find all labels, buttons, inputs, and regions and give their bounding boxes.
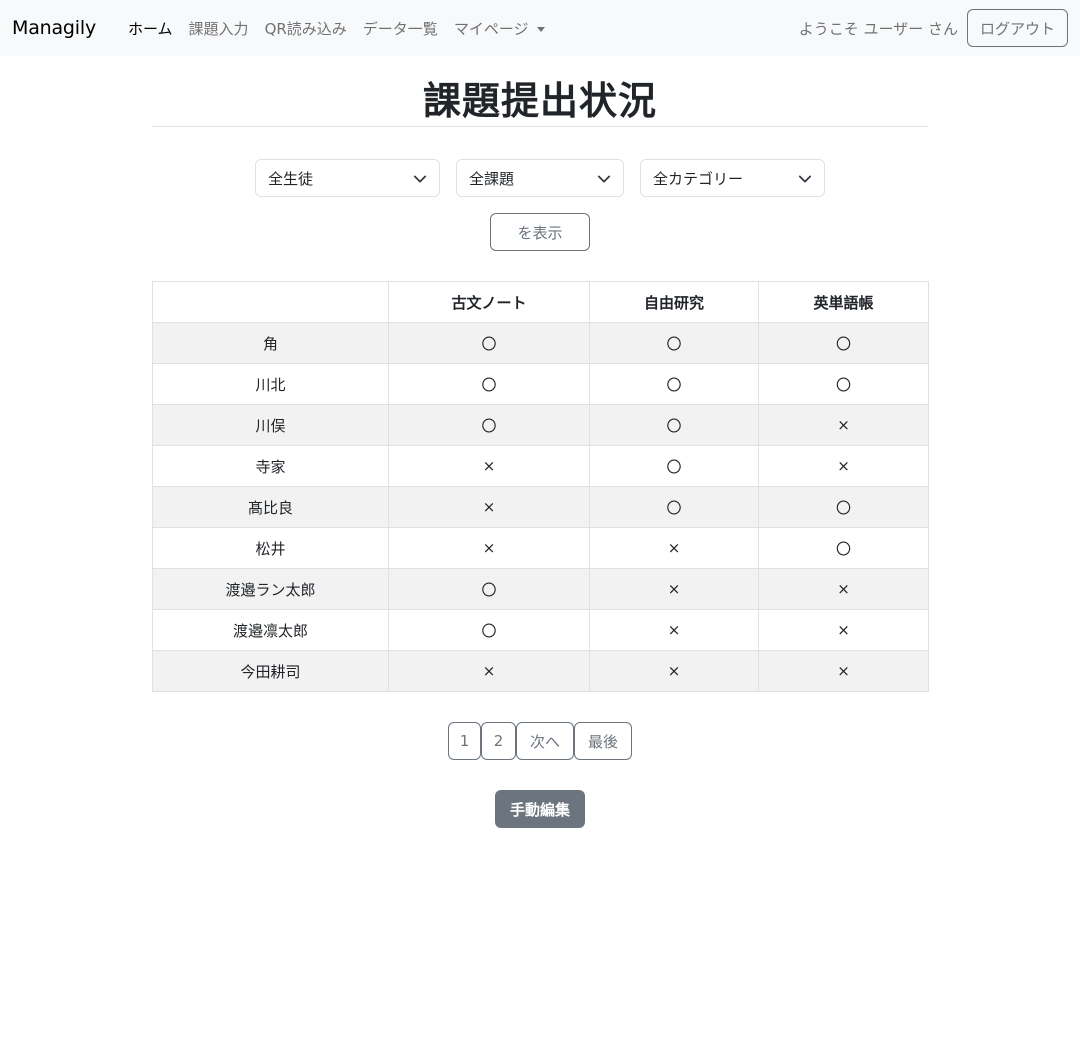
- student-name: 角: [152, 322, 389, 364]
- status-cell: ×: [589, 568, 759, 610]
- status-cell: 〇: [589, 363, 759, 405]
- nav-link-data-list[interactable]: データ一覧: [355, 18, 446, 39]
- table-row: 松井 × × 〇: [152, 527, 929, 569]
- status-cell: ×: [589, 609, 759, 651]
- submission-table: 古文ノート 自由研究 英単語帳 角 〇 〇 〇 川北 〇 〇 〇 川俣 〇 〇: [152, 281, 929, 692]
- table-row: 角 〇 〇 〇: [152, 322, 929, 364]
- status-cell: 〇: [388, 322, 590, 364]
- status-cell: 〇: [388, 404, 590, 446]
- student-select[interactable]: 全生徒: [255, 159, 440, 197]
- status-cell: ×: [388, 650, 590, 692]
- status-cell: 〇: [589, 404, 759, 446]
- status-cell: 〇: [589, 445, 759, 487]
- nav-link-qr-scan[interactable]: QR読み込み: [257, 18, 355, 39]
- chevron-down-icon: [413, 175, 427, 183]
- student-name: 渡邉凛太郎: [152, 609, 389, 651]
- status-cell: ×: [589, 650, 759, 692]
- table-header-student: [152, 281, 389, 323]
- status-cell: 〇: [589, 322, 759, 364]
- nav-link-mypage-dropdown[interactable]: マイページ: [446, 18, 553, 39]
- table-header-english-vocab: 英単語帳: [758, 281, 929, 323]
- submission-table-wrapper: 古文ノート 自由研究 英単語帳 角 〇 〇 〇 川北 〇 〇 〇 川俣 〇 〇: [152, 281, 929, 692]
- table-row: 寺家 × 〇 ×: [152, 445, 929, 487]
- nav-link-home[interactable]: ホーム: [120, 18, 181, 39]
- status-cell: ×: [758, 404, 929, 446]
- status-cell: ×: [758, 568, 929, 610]
- table-header-row: 古文ノート 自由研究 英単語帳: [152, 281, 929, 323]
- assignment-select[interactable]: 全課題: [456, 159, 624, 197]
- brand-logo[interactable]: Managily: [12, 17, 96, 39]
- nav-links: ホーム 課題入力 QR読み込み データ一覧 マイページ: [120, 18, 553, 39]
- nav-link-mypage-label: マイページ: [453, 19, 529, 38]
- status-cell: ×: [388, 445, 590, 487]
- student-select-value: 全生徒: [268, 169, 314, 188]
- category-select[interactable]: 全カテゴリー: [640, 159, 825, 197]
- status-cell: 〇: [589, 486, 759, 528]
- status-cell: 〇: [758, 527, 929, 569]
- status-cell: 〇: [758, 363, 929, 405]
- status-cell: 〇: [758, 486, 929, 528]
- status-cell: ×: [388, 527, 590, 569]
- table-header-free-research: 自由研究: [589, 281, 759, 323]
- show-button[interactable]: を表示: [490, 213, 590, 251]
- table-row: 渡邉凛太郎 〇 × ×: [152, 609, 929, 651]
- status-cell: 〇: [758, 322, 929, 364]
- title-divider: [152, 126, 928, 127]
- status-cell: 〇: [388, 568, 590, 610]
- status-cell: ×: [758, 445, 929, 487]
- chevron-down-icon: [597, 175, 611, 183]
- table-row: 髙比良 × 〇 〇: [152, 486, 929, 528]
- status-cell: ×: [758, 609, 929, 651]
- caret-down-icon: [536, 26, 545, 32]
- nav-right: ようこそ ユーザー さん ログアウト: [799, 9, 1068, 47]
- welcome-text: ようこそ ユーザー さん: [798, 19, 958, 38]
- student-name: 渡邉ラン太郎: [152, 568, 389, 610]
- pagination-next[interactable]: 次へ: [516, 722, 574, 760]
- category-select-value: 全カテゴリー: [653, 169, 744, 188]
- table-header-kobun-note: 古文ノート: [388, 281, 590, 323]
- status-cell: ×: [589, 527, 759, 569]
- status-cell: ×: [388, 486, 590, 528]
- pagination-page-2[interactable]: 2: [481, 722, 516, 760]
- status-cell: 〇: [388, 609, 590, 651]
- navbar: Managily ホーム 課題入力 QR読み込み データ一覧 マイページ ようこ…: [0, 0, 1080, 56]
- manual-edit-button[interactable]: 手動編集: [495, 790, 585, 828]
- logout-button[interactable]: ログアウト: [966, 9, 1068, 47]
- table-row: 今田耕司 × × ×: [152, 650, 929, 692]
- status-cell: 〇: [388, 363, 590, 405]
- pagination-page-1[interactable]: 1: [448, 722, 481, 760]
- student-name: 松井: [152, 527, 389, 569]
- table-row: 川北 〇 〇 〇: [152, 363, 929, 405]
- student-name: 川俣: [152, 404, 389, 446]
- chevron-down-icon: [798, 175, 812, 183]
- student-name: 川北: [152, 363, 389, 405]
- status-cell: ×: [758, 650, 929, 692]
- page-title: 課題提出状況: [422, 79, 657, 123]
- pagination-last[interactable]: 最後: [574, 722, 632, 760]
- table-row: 川俣 〇 〇 ×: [152, 404, 929, 446]
- nav-link-assignment-input[interactable]: 課題入力: [181, 18, 257, 39]
- assignment-select-value: 全課題: [469, 169, 515, 188]
- table-row: 渡邉ラン太郎 〇 × ×: [152, 568, 929, 610]
- student-name: 髙比良: [152, 486, 389, 528]
- student-name: 寺家: [152, 445, 389, 487]
- student-name: 今田耕司: [152, 650, 389, 692]
